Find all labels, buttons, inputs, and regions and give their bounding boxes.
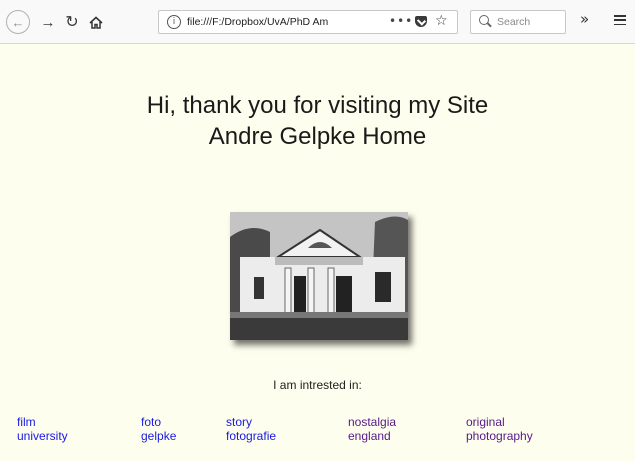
keyword-link-original[interactable]: original — [466, 415, 505, 429]
home-button[interactable] — [86, 12, 106, 32]
keyword-link-story[interactable]: story — [226, 415, 252, 429]
forward-button[interactable]: → — [38, 12, 58, 32]
reload-icon: ↻ — [65, 14, 79, 31]
pocket-icon[interactable] — [415, 16, 427, 27]
toolbar-overflow-button[interactable]: » — [580, 10, 589, 28]
search-icon — [479, 15, 489, 25]
keyword-link-photography[interactable]: photography — [466, 429, 533, 443]
keyword-link-film[interactable]: film — [17, 415, 36, 429]
browser-toolbar: ← → ↻ i file:///F:/Dropbox/UvA/PhD Am ••… — [0, 0, 635, 44]
keyword-link-foto[interactable]: foto — [141, 415, 161, 429]
bookmark-star-icon[interactable]: ☆ — [435, 13, 448, 29]
keyword-link-england[interactable]: england — [348, 429, 391, 443]
hamburger-menu-button[interactable] — [614, 15, 626, 26]
page-actions-button[interactable]: ••• — [389, 14, 413, 28]
arrow-left-icon: ← — [11, 14, 25, 30]
keyword-link-university[interactable]: university — [17, 429, 68, 443]
keyword-link-nostalgia[interactable]: nostalgia — [348, 415, 396, 429]
info-icon[interactable]: i — [167, 15, 181, 29]
keyword-links: film university foto gelpke story fotogr… — [0, 44, 635, 461]
search-placeholder: Search — [497, 16, 531, 28]
url-bar[interactable]: i file:///F:/Dropbox/UvA/PhD Am ••• ☆ — [158, 10, 458, 34]
search-bar[interactable]: Search — [470, 10, 566, 34]
back-button[interactable]: ← — [6, 10, 30, 34]
arrow-right-icon: → — [40, 13, 56, 31]
page-content: Hi, thank you for visiting my Site Andre… — [0, 44, 635, 461]
keyword-link-gelpke[interactable]: gelpke — [141, 429, 176, 443]
keyword-link-fotografie[interactable]: fotografie — [226, 429, 276, 443]
reload-button[interactable]: ↻ — [62, 12, 82, 32]
url-text[interactable]: file:///F:/Dropbox/UvA/PhD Am — [187, 16, 362, 28]
home-icon — [89, 15, 103, 29]
